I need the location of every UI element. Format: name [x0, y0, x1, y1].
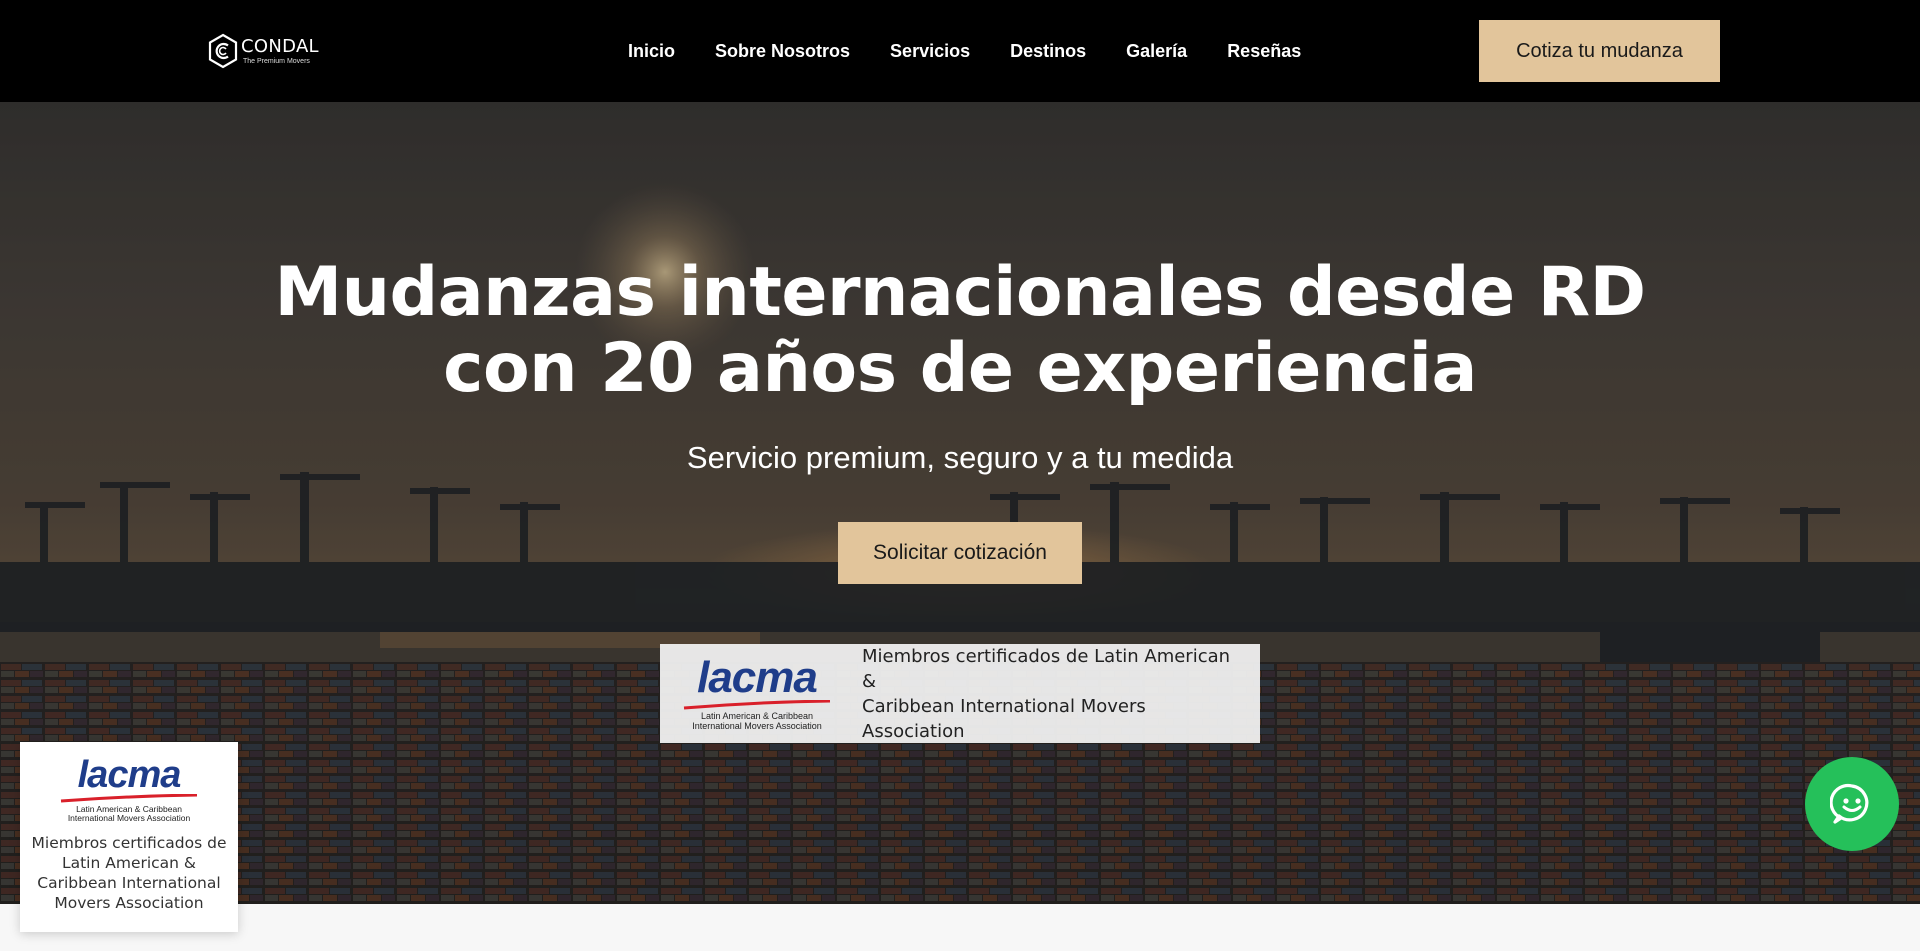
- hero-title: Mudanzas internacionales desde RD con 20…: [0, 255, 1920, 407]
- nav-sobre-nosotros[interactable]: Sobre Nosotros: [715, 40, 850, 62]
- site-logo[interactable]: CONDAL The Premium Movers: [208, 33, 319, 69]
- request-quote-button[interactable]: Solicitar cotización: [838, 522, 1082, 584]
- quote-button-header[interactable]: Cotiza tu mudanza: [1479, 20, 1720, 82]
- lacma-certification-banner: lacma Latin American & Caribbean Interna…: [660, 644, 1260, 743]
- hexagon-c-logo-icon: [208, 33, 238, 69]
- lacma-logo: lacma Latin American & Caribbean Interna…: [672, 656, 842, 731]
- whatsapp-icon: [1830, 783, 1869, 824]
- lacma-caption-line-2: International Movers Association: [67, 812, 191, 823]
- nav-servicios[interactable]: Servicios: [890, 40, 970, 62]
- lacma-logo-caption: Latin American & Caribbean International…: [692, 711, 822, 731]
- certification-text-line-1: Miembros certificados de Latin American …: [862, 645, 1231, 692]
- hero-title-line-1: Mudanzas internacionales desde RD: [274, 253, 1646, 332]
- hero-section: Mudanzas internacionales desde RD con 20…: [0, 102, 1920, 904]
- lacma-swoosh-icon: [683, 700, 831, 710]
- certification-text-line-2: Caribbean International Movers Associati…: [862, 695, 1146, 742]
- logo-name: CONDAL: [241, 35, 319, 57]
- nav-galeria[interactable]: Galería: [1126, 40, 1187, 62]
- floating-badge-text: Miembros certificados de Latin American …: [31, 833, 227, 912]
- logo-text: CONDAL The Premium Movers: [241, 35, 319, 65]
- hero-title-line-2: con 20 años de experiencia: [443, 329, 1477, 408]
- logo-tagline: The Premium Movers: [243, 57, 310, 65]
- nav-resenas[interactable]: Reseñas: [1227, 40, 1301, 62]
- lacma-logo-word: lacma: [77, 754, 182, 796]
- nav-destinos[interactable]: Destinos: [1010, 40, 1086, 62]
- lacma-caption-line-2: International Movers Association: [692, 720, 822, 731]
- whatsapp-chat-button[interactable]: [1805, 757, 1899, 851]
- lacma-logo-caption: Latin American & Caribbean International…: [68, 805, 190, 823]
- lacma-swoosh-icon: [60, 794, 198, 803]
- nav-inicio[interactable]: Inicio: [628, 40, 675, 62]
- site-header: CONDAL The Premium Movers Inicio Sobre N…: [0, 0, 1920, 102]
- lacma-logo-word: lacma: [697, 653, 818, 703]
- main-nav: Inicio Sobre Nosotros Servicios Destinos…: [628, 40, 1301, 62]
- lacma-floating-badge[interactable]: lacma Latin American & Caribbean Interna…: [20, 742, 238, 932]
- hero-subtitle: Servicio premium, seguro y a tu medida: [686, 440, 1234, 475]
- certification-text: Miembros certificados de Latin American …: [862, 644, 1242, 744]
- hero-overlay: [0, 102, 1920, 904]
- lacma-logo: lacma Latin American & Caribbean Interna…: [59, 756, 199, 823]
